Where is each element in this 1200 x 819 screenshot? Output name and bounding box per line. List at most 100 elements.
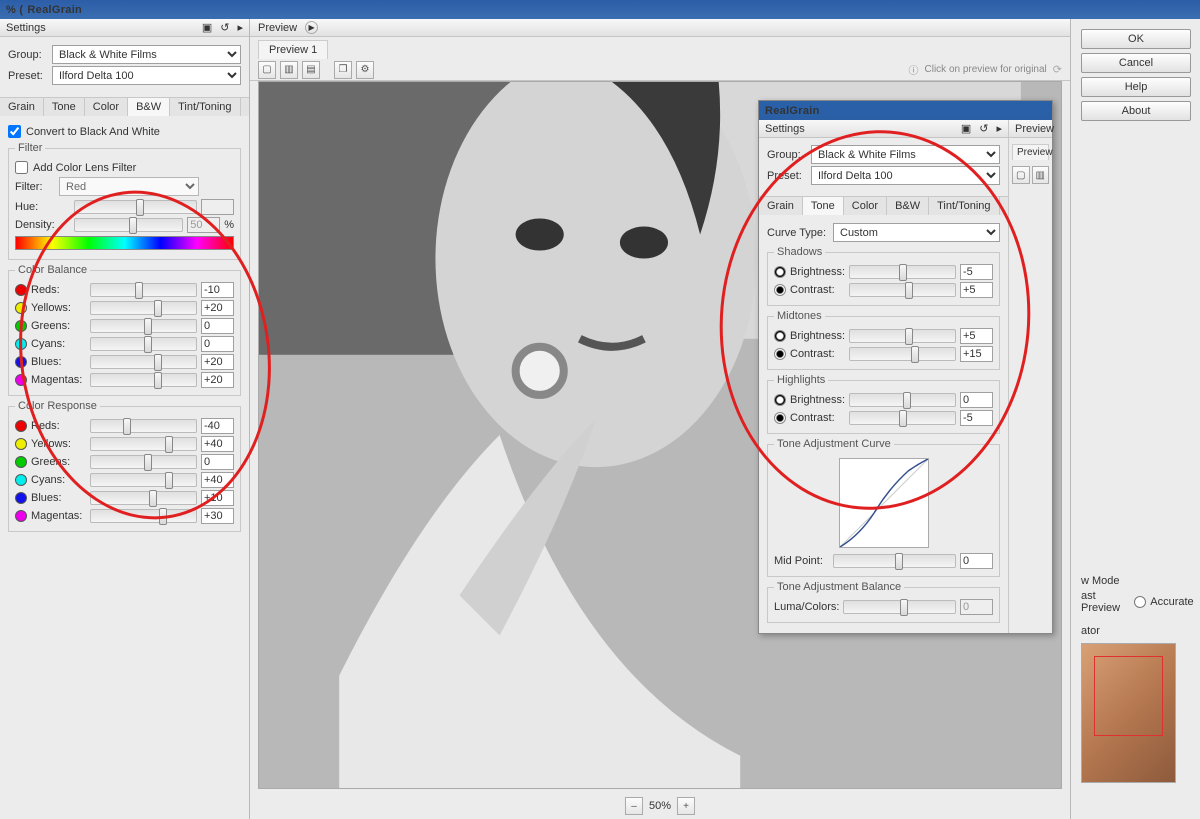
midtones-brightness-value[interactable] — [960, 328, 993, 344]
res-yellows-value[interactable] — [201, 436, 234, 452]
res-magentas-value[interactable] — [201, 508, 234, 524]
help-button[interactable]: Help — [1081, 77, 1191, 97]
add-filter-checkbox[interactable] — [15, 161, 28, 174]
res-greens-slider[interactable] — [90, 455, 197, 469]
preview-header-label: Preview — [258, 22, 297, 34]
bal-cyans-value[interactable] — [201, 336, 234, 352]
save-icon[interactable]: ▣ — [961, 122, 971, 135]
midpoint-value[interactable] — [960, 553, 993, 569]
res-yellows-slider[interactable] — [90, 437, 197, 451]
res-magentas-slider[interactable] — [90, 509, 197, 523]
res-reds-value[interactable] — [201, 418, 234, 434]
float-preset-select[interactable]: Ilford Delta 100 — [811, 166, 1000, 185]
convert-checkbox-row[interactable]: Convert to Black And White — [8, 125, 241, 138]
float-preview-tab[interactable]: Preview — [1012, 144, 1049, 160]
group-label: Group: — [8, 49, 48, 61]
highlights-brightness-slider[interactable] — [849, 393, 956, 407]
float-view-button-2[interactable]: ▥ — [1032, 166, 1050, 184]
float-view-button-1[interactable]: ▢ — [1012, 166, 1030, 184]
zoom-out-button[interactable]: – — [625, 797, 643, 815]
float-tab-tint[interactable]: Tint/Toning — [929, 197, 999, 215]
bal-reds-slider[interactable] — [90, 283, 197, 297]
float-tab-tone[interactable]: Tone — [803, 197, 844, 215]
accurate-radio[interactable] — [1134, 596, 1146, 608]
navigator-viewport-rect[interactable] — [1094, 656, 1163, 736]
float-tab-bw[interactable]: B&W — [887, 197, 929, 215]
copy-button[interactable]: ❐ — [334, 61, 352, 79]
res-magentas-label: Magentas: — [31, 510, 86, 522]
reset-icon[interactable]: ↺ — [220, 21, 229, 34]
res-cyans-value[interactable] — [201, 472, 234, 488]
floating-tone-window: RealGrain Settings ▣↺▸ Group:Black & Whi… — [758, 100, 1053, 634]
bal-yellows-slider[interactable] — [90, 301, 197, 315]
curve-type-select[interactable]: Custom — [833, 223, 1000, 242]
tab-tint[interactable]: Tint/Toning — [170, 98, 240, 116]
ok-button[interactable]: OK — [1081, 29, 1191, 49]
preview-tab[interactable]: Preview 1 — [258, 40, 328, 59]
shadows-contrast-value[interactable] — [960, 282, 993, 298]
play-icon[interactable]: ▶ — [305, 21, 318, 34]
fast-preview-radio[interactable]: ast Preview Accurate — [1081, 590, 1190, 614]
midtones-contrast-value[interactable] — [960, 346, 993, 362]
density-label: Density: — [15, 219, 70, 231]
bal-magentas-value[interactable] — [201, 372, 234, 388]
bal-cyans-slider[interactable] — [90, 337, 197, 351]
bal-yellows-value[interactable] — [201, 300, 234, 316]
view-split-h-button[interactable]: ▥ — [280, 61, 298, 79]
cyan-dot-icon — [15, 474, 27, 486]
red-dot-icon — [15, 420, 27, 432]
midpoint-slider[interactable] — [833, 554, 956, 568]
reset-icon[interactable]: ↺ — [979, 122, 988, 135]
res-blues-slider[interactable] — [90, 491, 197, 505]
bal-magentas-slider[interactable] — [90, 373, 197, 387]
float-group-select[interactable]: Black & White Films — [811, 145, 1000, 164]
bal-blues-slider[interactable] — [90, 355, 197, 369]
highlights-contrast-value[interactable] — [960, 410, 993, 426]
res-blues-value[interactable] — [201, 490, 234, 506]
tab-color[interactable]: Color — [85, 98, 128, 116]
bal-magentas-label: Magentas: — [31, 374, 86, 386]
shadows-contrast-slider[interactable] — [849, 283, 956, 297]
filter-select: Red — [59, 177, 199, 196]
shadows-brightness-value[interactable] — [960, 264, 993, 280]
view-single-button[interactable]: ▢ — [258, 61, 276, 79]
tab-tone[interactable]: Tone — [44, 98, 85, 116]
bal-reds-value[interactable] — [201, 282, 234, 298]
navigator-thumbnail[interactable] — [1081, 643, 1176, 783]
midtones-brightness-slider[interactable] — [849, 329, 956, 343]
settings-header-label: Settings — [6, 22, 46, 34]
settings-button[interactable]: ⚙ — [356, 61, 374, 79]
res-greens-value[interactable] — [201, 454, 234, 470]
zoom-in-button[interactable]: + — [677, 797, 695, 815]
preset-select[interactable]: Ilford Delta 100 — [52, 66, 241, 85]
group-select[interactable]: Black & White Films — [52, 45, 241, 64]
about-button[interactable]: About — [1081, 101, 1191, 121]
res-reds-slider[interactable] — [90, 419, 197, 433]
bal-blues-value[interactable] — [201, 354, 234, 370]
bal-greens-slider[interactable] — [90, 319, 197, 333]
float-tab-color[interactable]: Color — [844, 197, 887, 215]
midtones-contrast-slider[interactable] — [849, 347, 956, 361]
tab-grain[interactable]: Grain — [0, 98, 44, 116]
bal-greens-value[interactable] — [201, 318, 234, 334]
highlights-brightness-value[interactable] — [960, 392, 993, 408]
zoom-value: 50% — [649, 800, 671, 812]
convert-checkbox[interactable] — [8, 125, 21, 138]
cancel-button[interactable]: Cancel — [1081, 53, 1191, 73]
menu-icon[interactable]: ▸ — [237, 21, 243, 34]
float-titlebar[interactable]: RealGrain — [759, 101, 1052, 120]
highlights-contrast-slider[interactable] — [849, 411, 956, 425]
tone-curve-display[interactable] — [839, 458, 929, 548]
tab-bw[interactable]: B&W — [128, 98, 170, 116]
menu-icon[interactable]: ▸ — [996, 122, 1002, 135]
save-icon[interactable]: ▣ — [202, 21, 212, 34]
brightness-icon — [774, 394, 786, 406]
add-filter-row[interactable]: Add Color Lens Filter — [15, 161, 234, 174]
highlights-brightness-label: Brightness: — [790, 394, 845, 406]
float-tab-grain[interactable]: Grain — [759, 197, 803, 215]
shadows-brightness-slider[interactable] — [849, 265, 956, 279]
main-titlebar: % ( RealGrain — [0, 0, 1200, 19]
view-split-v-button[interactable]: ▤ — [302, 61, 320, 79]
res-cyans-slider[interactable] — [90, 473, 197, 487]
res-greens-label: Greens: — [31, 456, 86, 468]
